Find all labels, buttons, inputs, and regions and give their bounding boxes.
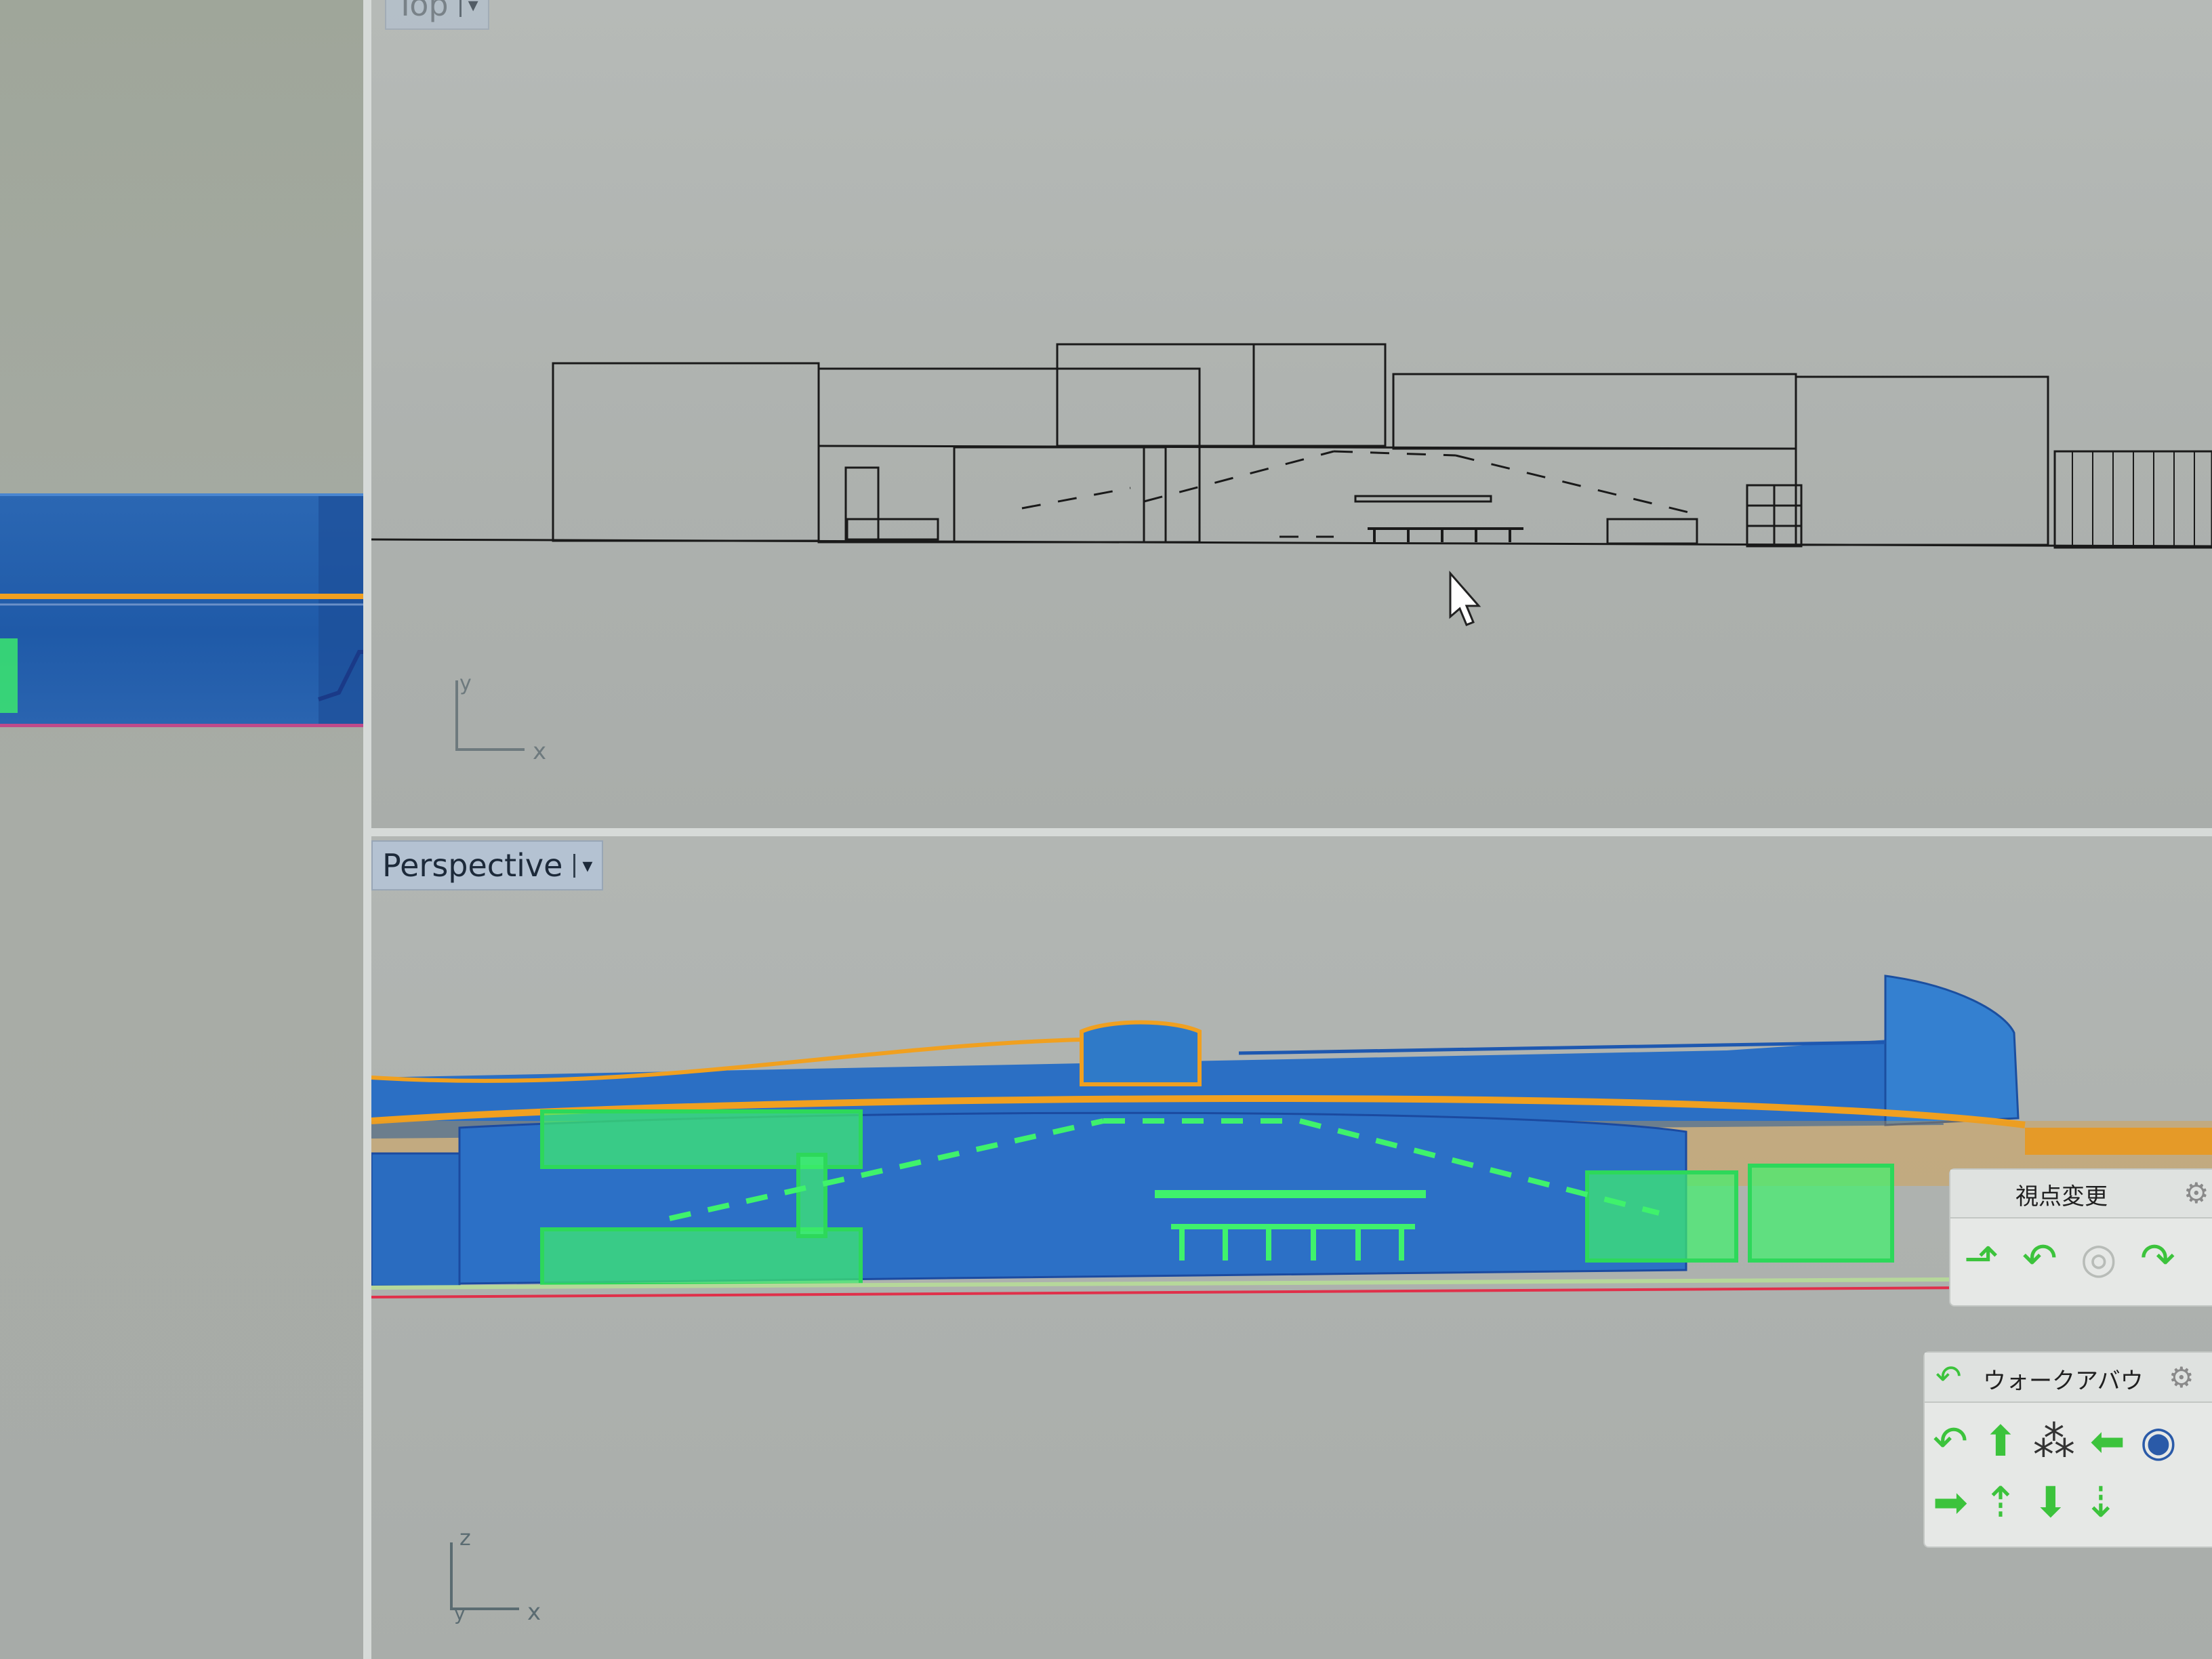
axis-x-label: x (527, 1599, 541, 1626)
top-view-wireframe: x y (371, 343, 2212, 765)
axis-indicator (450, 1542, 519, 1610)
gear-icon[interactable]: ⚙ (2184, 1176, 2209, 1210)
axis-y-label: y (459, 672, 472, 695)
toolbar-title: 視点変更 (2015, 1183, 2108, 1210)
viewport-splitter-vertical[interactable] (363, 0, 371, 1659)
viewport-splitter-horizontal[interactable] (371, 828, 2212, 836)
walk-forward-icon[interactable]: ⬆ (1983, 1420, 2018, 1462)
axis-x-label: x (533, 738, 546, 765)
toolbar-title: ウォークアバウ (1983, 1368, 2144, 1395)
top-viewport[interactable]: Top ▾ x y (371, 0, 2212, 828)
toolbar-header: ↶ ウォークアバウ ⚙ (1925, 1353, 2212, 1403)
view-change-toolbar[interactable]: 視点変更 ⚙ ⬏ ↶ ◎ ↷ (1949, 1168, 2212, 1307)
walkabout-toolbar[interactable]: ↶ ウォークアバウ ⚙ ↶ ⬆ ⁂ ⬅ ◉ ➡ ⇡ ⬇ ⇣ (1923, 1351, 2212, 1548)
walk-left-icon[interactable]: ⬅ (2090, 1420, 2125, 1462)
camera-icon[interactable]: ◉ (2140, 1420, 2177, 1462)
person-down-icon[interactable]: ⇣ (2083, 1481, 2118, 1523)
rotate-up-icon[interactable]: ⬏ (1964, 1237, 1999, 1279)
turn-left-icon[interactable]: ↶ (1933, 1420, 1968, 1462)
axis-z-label: z (459, 1525, 471, 1551)
side-view-geometry (0, 496, 363, 724)
cursor-icon (1449, 571, 1481, 626)
footsteps-icon[interactable]: ⁂ (2033, 1420, 2075, 1462)
gear-icon[interactable]: ⚙ (2169, 1361, 2194, 1394)
walk-right-icon[interactable]: ➡ (1933, 1481, 1968, 1523)
rotate-left-icon[interactable]: ↶ (2022, 1237, 2057, 1279)
left-panel (0, 0, 363, 1659)
side-view-preview[interactable] (0, 493, 363, 727)
walk-back-icon[interactable]: ⬇ (2033, 1481, 2068, 1523)
walkabout-icon: ↶ (1936, 1358, 1962, 1395)
toolbar-header: 視点変更 ⚙ (1950, 1170, 2212, 1218)
rotate-right-icon[interactable]: ↷ (2140, 1237, 2175, 1279)
axis-y-label: y (454, 1602, 466, 1624)
orbit-target-icon[interactable]: ◎ (2081, 1237, 2117, 1279)
person-up-icon[interactable]: ⇡ (1983, 1481, 2018, 1523)
